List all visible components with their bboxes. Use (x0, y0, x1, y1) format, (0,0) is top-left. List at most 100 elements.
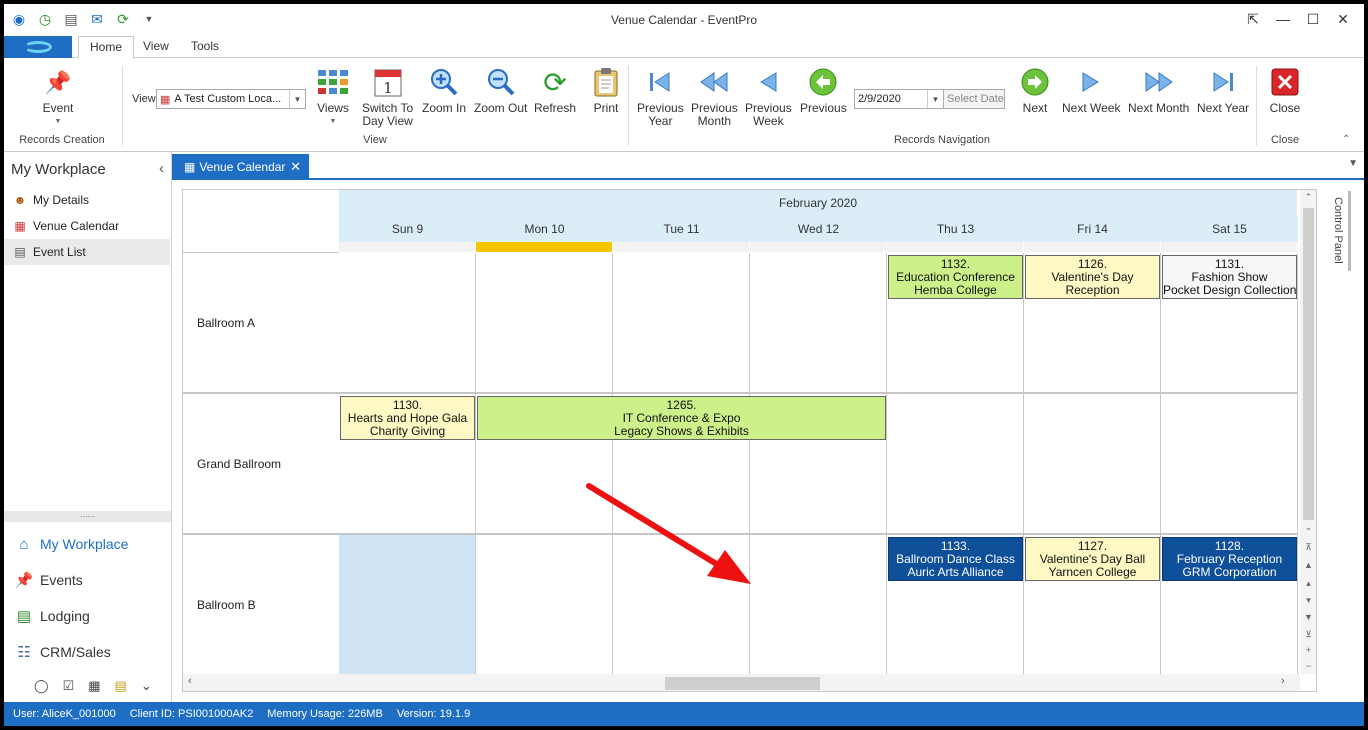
zoom-out-button[interactable]: Zoom Out (474, 66, 527, 115)
sidebar-item-venue-calendar[interactable]: ▦ Venue Calendar (4, 213, 170, 239)
previous-year-button[interactable]: Previous Year (637, 66, 684, 128)
list-icon: ▤ (14, 245, 26, 259)
event-block[interactable]: 1127. Valentine's Day Ball Yarncen College (1025, 537, 1160, 581)
day-header[interactable]: Wed 12 (750, 216, 887, 242)
chevron-left-icon[interactable]: ‹ (159, 160, 164, 177)
day-header[interactable]: Sun 9 (339, 216, 476, 242)
tab-view[interactable]: View (132, 36, 180, 59)
next-week-button[interactable]: Next Week (1062, 66, 1120, 115)
day-header[interactable]: Thu 13 (887, 216, 1024, 242)
vertical-scrollbar[interactable]: ⌃ ⌄ ⊼ ▲ ▴ ▾ ▼ ⊻ + − (1300, 190, 1316, 674)
previous-button[interactable]: Previous (800, 66, 847, 115)
restore-icon[interactable]: ⇱ (1238, 8, 1268, 30)
scroll-top-icon[interactable]: ⊼ (1300, 542, 1316, 553)
zoom-plus-icon[interactable]: + (1300, 645, 1316, 655)
event-block[interactable]: 1265. IT Conference & Expo Legacy Shows & … (477, 396, 886, 440)
group-close: Close (1270, 134, 1300, 146)
event-block[interactable]: 1128. February Reception GRM Corporation (1162, 537, 1297, 581)
nav-my-workplace[interactable]: ⌂ My Workplace (14, 529, 128, 559)
app-menu-button[interactable] (4, 36, 72, 58)
print-button[interactable]: Print (590, 66, 622, 115)
sidebar-item-event-list[interactable]: ▤ Event List (4, 239, 170, 265)
select-date-button[interactable]: Select Date (943, 89, 1005, 109)
day-header[interactable]: Fri 14 (1024, 216, 1161, 242)
calendar-cell[interactable] (476, 535, 613, 676)
calculator-icon[interactable]: ▦ (88, 678, 100, 694)
scroll-up-icon[interactable]: ⌃ (1300, 192, 1316, 203)
calendar-cell[interactable] (339, 253, 476, 394)
calendar-cell[interactable] (1024, 394, 1161, 535)
calendar-cell[interactable] (750, 253, 887, 394)
maximize-button[interactable]: ☐ (1298, 8, 1328, 30)
calendar-icon: ▦ (160, 93, 171, 106)
calendar-cell[interactable] (339, 535, 476, 676)
group-records-navigation: Records Navigation (894, 134, 990, 146)
refresh-button[interactable]: ⟳ Refresh (534, 66, 576, 115)
scroll-prev-icon[interactable]: ▴ (1300, 578, 1316, 589)
chat-icon[interactable]: ◯ (34, 678, 49, 694)
chevron-down-icon[interactable]: ⌄ (141, 678, 152, 694)
nav-events[interactable]: 📌 Events (14, 565, 83, 595)
nav-crm-sales[interactable]: ☷ CRM/Sales (14, 637, 111, 667)
scroll-bottom-icon[interactable]: ⊻ (1300, 629, 1316, 640)
scroll-thumb[interactable] (665, 677, 820, 690)
day-header[interactable]: Mon 10 (476, 216, 613, 242)
notes-icon[interactable]: ▤ (115, 678, 127, 694)
zoom-minus-icon[interactable]: − (1300, 661, 1316, 671)
calendar-cell[interactable] (613, 253, 750, 394)
panel-splitter[interactable]: ...... (4, 510, 171, 522)
scroll-down-icon[interactable]: ⌄ (1300, 522, 1316, 533)
calendar-cell[interactable] (750, 535, 887, 676)
event-text: Auric Arts Alliance (907, 565, 1004, 579)
ribbon-tabs: Home View Tools (4, 36, 1364, 59)
scroll-next-icon[interactable]: ▾ (1300, 595, 1316, 606)
horizontal-scrollbar[interactable]: ‹ › (183, 674, 1300, 691)
calendar-cell[interactable] (613, 535, 750, 676)
tab-menu-icon[interactable]: ▼ (1348, 158, 1358, 169)
status-user: User: AliceK_001000 (13, 708, 116, 720)
scroll-page-down-icon[interactable]: ▼ (1300, 612, 1316, 622)
scroll-page-up-icon[interactable]: ▲ (1300, 560, 1316, 570)
next-button[interactable]: Next (1019, 66, 1051, 115)
next-year-button[interactable]: Next Year (1197, 66, 1249, 115)
views-button[interactable]: Views ▼ (317, 66, 349, 128)
chevron-down-icon[interactable]: ▼ (927, 90, 943, 108)
next-month-button[interactable]: Next Month (1128, 66, 1189, 115)
switch-day-view-button[interactable]: 1 Switch To Day View (362, 66, 413, 128)
sidebar-item-my-details[interactable]: ☻ My Details (4, 187, 170, 213)
event-block[interactable]: 1131. Fashion Show Pocket Design Collectio… (1162, 255, 1297, 299)
collapse-ribbon-icon[interactable]: ⌃ (1342, 134, 1350, 145)
scroll-left-icon[interactable]: ‹ (188, 675, 192, 687)
close-window-button[interactable]: ✕ (1328, 8, 1358, 30)
nav-lodging[interactable]: ▤ Lodging (14, 601, 90, 631)
event-button[interactable]: 📌 Event ▼ (42, 66, 74, 128)
close-button[interactable]: Close (1269, 66, 1301, 115)
control-panel-handle[interactable] (1348, 191, 1351, 271)
event-block[interactable]: 1130. Hearts and Hope Gala Charity Giving (340, 396, 475, 440)
calendar-cell[interactable] (887, 394, 1024, 535)
checklist-icon[interactable]: ☑ (63, 678, 75, 694)
tab-tools[interactable]: Tools (180, 36, 230, 59)
minimize-button[interactable]: — (1268, 8, 1298, 30)
zoom-in-button[interactable]: Zoom In (422, 66, 466, 115)
previous-month-button[interactable]: Previous Month (691, 66, 738, 128)
event-text: Legacy Shows & Exhibits (614, 424, 749, 438)
event-block[interactable]: 1126. Valentine's Day Reception (1025, 255, 1160, 299)
event-text: Yarncen College (1048, 565, 1137, 579)
event-block[interactable]: 1133. Ballroom Dance Class Auric Arts Alli… (888, 537, 1023, 581)
close-tab-icon[interactable]: ✕ (290, 159, 301, 175)
calendar-cell[interactable] (1161, 394, 1298, 535)
view-select[interactable]: ▦ A Test Custom Loca... ▼ (156, 89, 306, 109)
tab-venue-calendar[interactable]: ▦ Venue Calendar ✕ (172, 154, 309, 180)
tab-home[interactable]: Home (78, 36, 135, 59)
event-block[interactable]: 1132. Education Conference Hemba College (888, 255, 1023, 299)
date-field[interactable]: 2/9/2020 ▼ (854, 89, 944, 109)
day-header[interactable]: Tue 11 (613, 216, 750, 242)
control-panel[interactable]: Control Panel (1320, 189, 1364, 692)
scroll-right-icon[interactable]: › (1281, 675, 1285, 687)
day-header[interactable]: Sat 15 (1161, 216, 1298, 242)
panel-toolbar: ◯ ☑ ▦ ▤ ⌄ (34, 678, 152, 694)
scroll-thumb[interactable] (1303, 208, 1314, 520)
previous-week-button[interactable]: Previous Week (745, 66, 792, 128)
calendar-cell[interactable] (476, 253, 613, 394)
